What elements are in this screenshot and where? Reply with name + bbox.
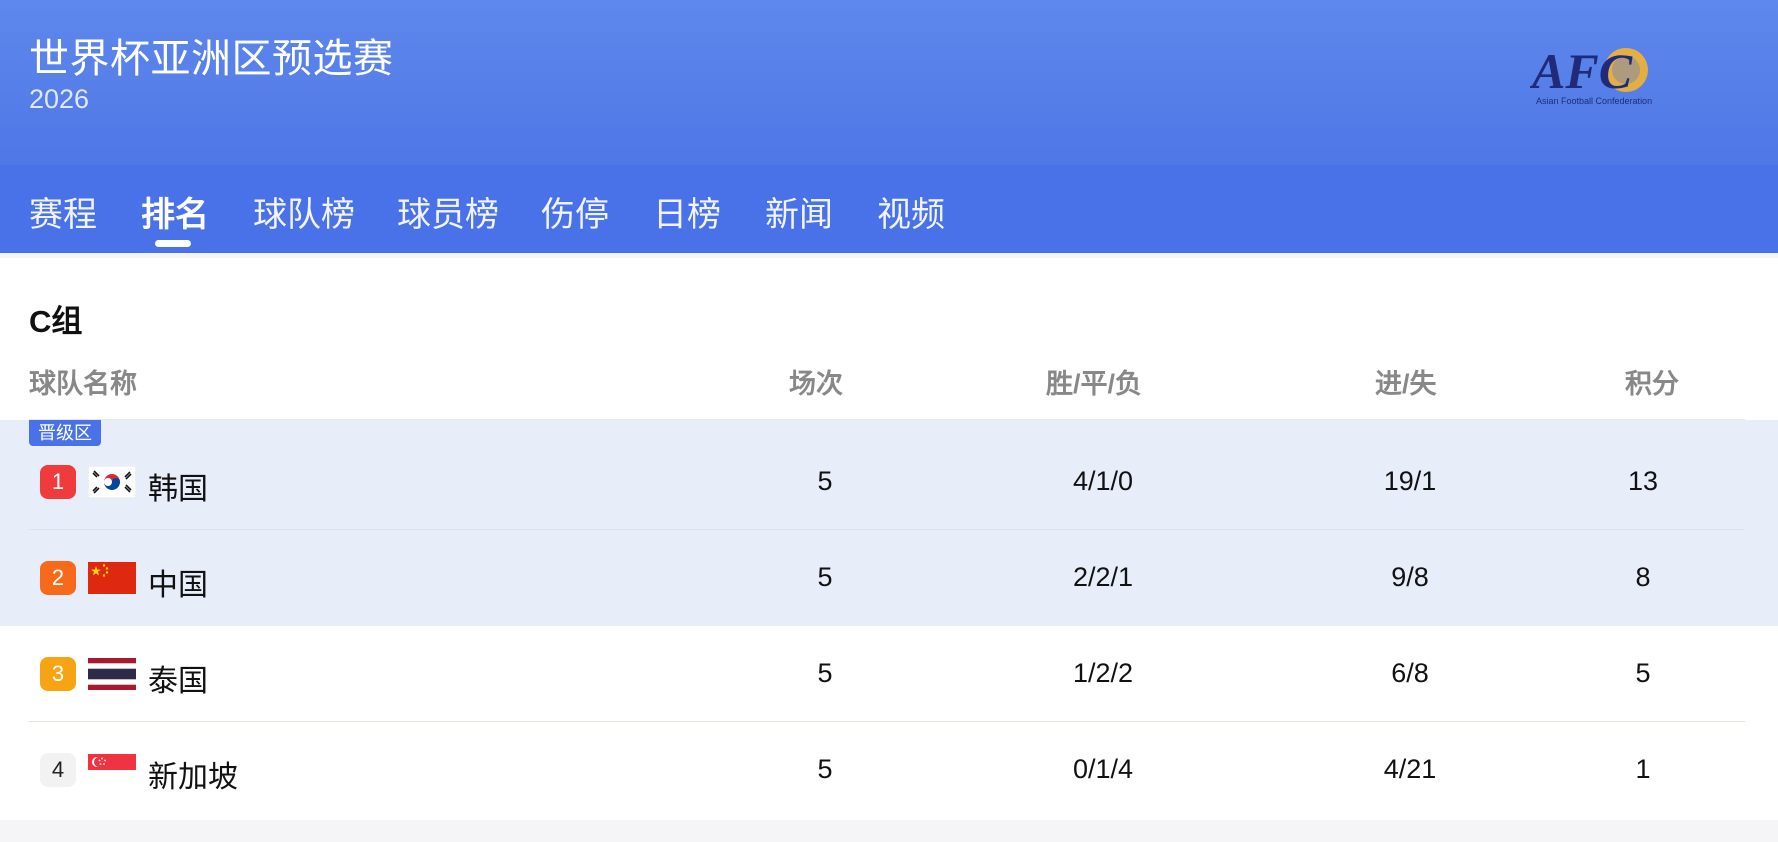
table-row[interactable]: 1 韩国 5 4/1/0 19/1 13 bbox=[0, 434, 1778, 530]
goals-value: 19/1 bbox=[1383, 466, 1437, 496]
active-tab-indicator bbox=[155, 240, 191, 247]
column-goals: 进/失 bbox=[1375, 369, 1437, 399]
wdl-value: 2/2/1 bbox=[1072, 562, 1134, 592]
rank-badge: 3 bbox=[40, 657, 76, 691]
standings-panel: C组 球队名称 场次 胜/平/负 进/失 积分 晋级区 1 韩国 5 4/1/0… bbox=[0, 258, 1778, 820]
korea-flag-icon bbox=[88, 466, 136, 498]
group-title: C组 bbox=[29, 304, 83, 339]
wdl-value: 4/1/0 bbox=[1072, 466, 1134, 496]
china-flag-icon bbox=[88, 562, 136, 594]
tab-player-rankings[interactable]: 球员榜 bbox=[397, 187, 499, 236]
played-value: 5 bbox=[817, 466, 833, 496]
goals-value: 6/8 bbox=[1391, 658, 1429, 688]
afc-logo-text: AFC bbox=[1530, 43, 1633, 99]
points-value: 13 bbox=[1627, 466, 1659, 496]
header: 世界杯亚洲区预选赛 2026 AFC Asian Football Confed… bbox=[0, 0, 1778, 165]
played-value: 5 bbox=[817, 562, 833, 592]
column-wdl: 胜/平/负 bbox=[1046, 369, 1143, 399]
singapore-flag-icon bbox=[88, 754, 136, 786]
rank-badge: 2 bbox=[40, 561, 76, 595]
column-played: 场次 bbox=[789, 369, 843, 399]
played-value: 5 bbox=[817, 754, 833, 784]
page-title: 世界杯亚洲区预选赛 bbox=[29, 36, 394, 82]
wdl-value: 1/2/2 bbox=[1072, 658, 1134, 688]
afc-logo: AFC Asian Football Confederation bbox=[1530, 43, 1652, 106]
rank-badge: 4 bbox=[40, 753, 76, 787]
team-name: 韩国 bbox=[148, 472, 208, 507]
wdl-value: 0/1/4 bbox=[1072, 754, 1134, 784]
tab-news[interactable]: 新闻 bbox=[765, 187, 833, 236]
afc-logo-subtext: Asian Football Confederation bbox=[1536, 96, 1652, 106]
nav-tabs: 赛程 排名 球队榜 球员榜 伤停 日榜 新闻 视频 bbox=[0, 165, 1778, 253]
goals-value: 9/8 bbox=[1391, 562, 1429, 592]
thailand-flag-icon bbox=[88, 658, 136, 690]
rank-badge: 1 bbox=[40, 465, 76, 499]
goals-value: 4/21 bbox=[1383, 754, 1437, 784]
page: 世界杯亚洲区预选赛 2026 AFC Asian Football Confed… bbox=[0, 0, 1778, 842]
tab-injuries[interactable]: 伤停 bbox=[541, 187, 609, 236]
team-name: 泰国 bbox=[148, 664, 208, 699]
points-value: 8 bbox=[1635, 562, 1651, 592]
table-row[interactable]: 3 泰国 5 1/2/2 6/8 5 bbox=[0, 626, 1778, 722]
season-year: 2026 bbox=[29, 84, 90, 114]
tab-schedule[interactable]: 赛程 bbox=[29, 187, 97, 236]
points-value: 1 bbox=[1635, 754, 1651, 784]
team-name: 新加坡 bbox=[148, 760, 238, 795]
tab-ranking[interactable]: 排名 bbox=[141, 187, 209, 236]
points-value: 5 bbox=[1635, 658, 1651, 688]
tab-team-rankings[interactable]: 球队榜 bbox=[253, 187, 355, 236]
column-team: 球队名称 bbox=[29, 369, 137, 399]
tab-video[interactable]: 视频 bbox=[877, 187, 945, 236]
tab-daily[interactable]: 日榜 bbox=[653, 187, 721, 236]
column-points: 积分 bbox=[1625, 369, 1679, 399]
team-name: 中国 bbox=[148, 568, 208, 603]
played-value: 5 bbox=[817, 658, 833, 688]
table-row[interactable]: 4 新加坡 5 0/1/4 4/21 1 bbox=[0, 722, 1778, 818]
table-row[interactable]: 2 中国 5 2/2/1 9/8 8 bbox=[0, 530, 1778, 626]
